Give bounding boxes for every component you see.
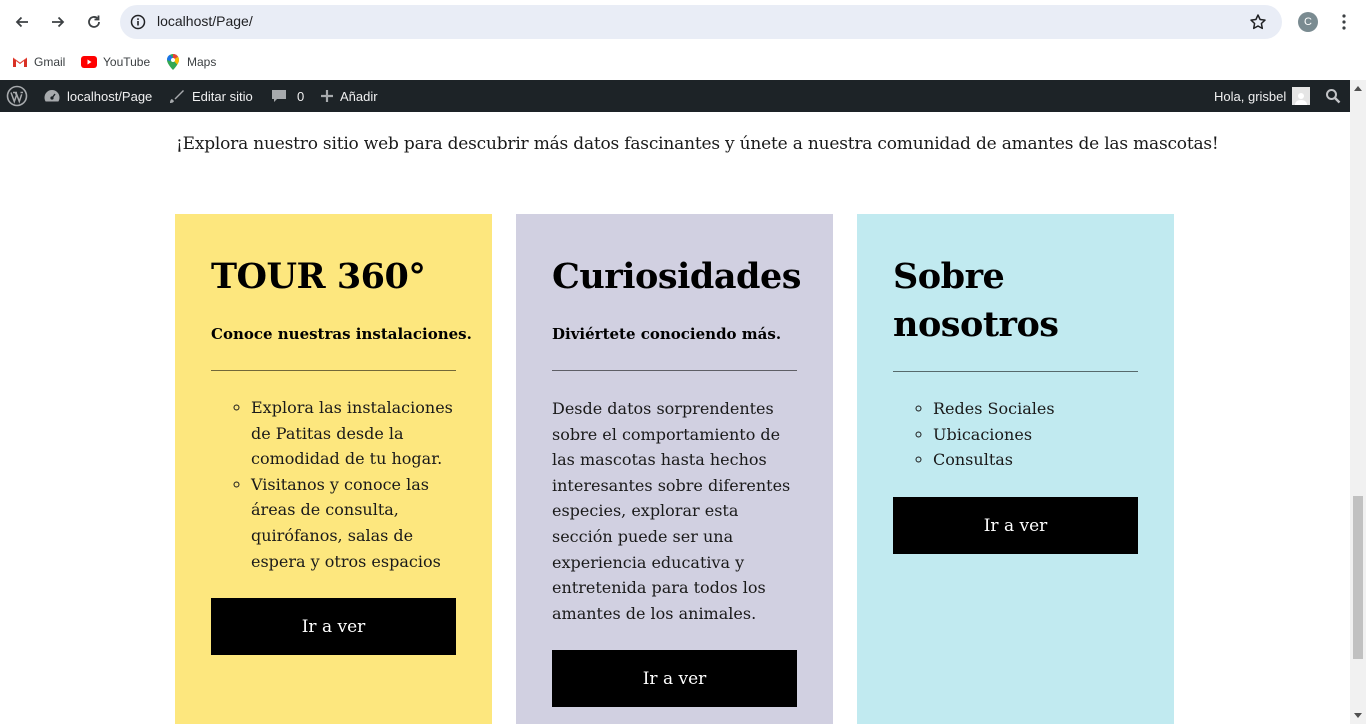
scroll-thumb[interactable] [1353,496,1363,659]
site-name-link[interactable]: localhost/Page [43,80,152,112]
card-subtitle: Diviértete conociendo más. [552,325,782,343]
maps-icon [165,54,181,70]
scroll-down-icon[interactable] [1354,713,1362,718]
card-title: Sobre nosotros [893,256,1059,345]
wordpress-logo-button[interactable] [6,80,28,112]
card-curiosidades: Curiosidades Diviértete conociendo más. … [516,214,833,724]
comment-icon [271,88,287,104]
bookmark-gmail[interactable]: Gmail [12,52,65,72]
arrow-left-icon [15,16,28,28]
list-item[interactable]: Ubicaciones [933,422,1143,448]
edit-site-link[interactable]: Editar sitio [168,80,253,112]
scroll-up-icon[interactable] [1354,86,1362,91]
user-avatar-icon [1292,87,1311,105]
card-subtitle: Conoce nuestras instalaciones. [211,325,472,343]
card-sobre-nosotros: Sobre nosotros Redes Sociales Ubicacione… [857,214,1174,724]
add-new-link[interactable]: Añadir [320,80,378,112]
card-list: Redes Sociales Ubicaciones Consultas [911,396,1143,473]
dashboard-icon [43,87,61,105]
plus-icon [320,89,334,103]
wp-admin-bar: localhost/Page Editar sitio 0 Añadir Hol… [0,80,1350,112]
divider [552,370,797,371]
curiosidades-go-button[interactable]: Ir a ver [552,650,797,707]
browser-toolbar: localhost/Page/ C [0,0,1366,44]
youtube-icon [81,54,97,70]
page-scrollbar[interactable] [1350,80,1366,724]
site-name-label: localhost/Page [67,88,153,104]
forward-button[interactable] [45,9,71,35]
divider [211,370,456,371]
bookmark-maps[interactable]: Maps [165,52,216,72]
list-item: Visitanos y conoce las áreas de consulta… [251,472,461,574]
page-content: ¡Explora nuestro sitio web para descubri… [0,112,1350,724]
greeting-label: Hola, grisbel [1214,88,1287,104]
bookmark-label: Maps [187,55,217,69]
intro-text: ¡Explora nuestro sitio web para descubri… [176,134,1219,154]
profile-avatar[interactable]: C [1298,12,1318,32]
my-account-link[interactable]: Hola, grisbel [1214,80,1311,112]
card-title: TOUR 360° [211,256,426,297]
bookmark-label: YouTube [103,55,151,69]
arrow-right-icon [52,16,65,28]
brush-icon [168,87,186,105]
url-text[interactable]: localhost/Page/ [157,13,253,29]
comments-link[interactable]: 0 [271,80,304,112]
edit-site-label: Editar sitio [192,88,253,104]
list-item: Explora las instalaciones de Patitas des… [251,395,461,472]
tour-go-button[interactable]: Ir a ver [211,598,456,655]
reload-icon [88,15,100,28]
bookmark-label: Gmail [34,55,66,69]
comments-count: 0 [297,88,305,104]
card-body: Desde datos sorprendentes sobre el compo… [552,399,791,623]
search-button[interactable] [1325,80,1341,112]
gmail-icon [12,54,28,70]
search-icon [1326,89,1341,104]
reload-button[interactable] [81,9,107,35]
bookmark-star-icon[interactable] [1248,12,1268,32]
card-title: Curiosidades [552,256,801,297]
list-item[interactable]: Redes Sociales [933,396,1143,422]
list-item[interactable]: Consultas [933,447,1143,473]
wordpress-icon [6,85,28,107]
bookmark-youtube[interactable]: YouTube [81,52,150,72]
divider [893,371,1138,372]
back-button[interactable] [9,9,35,35]
add-new-label: Añadir [340,88,378,104]
site-info-icon[interactable] [128,12,148,32]
card-list: Explora las instalaciones de Patitas des… [229,395,461,574]
more-menu-icon[interactable] [1334,11,1354,33]
address-bar[interactable]: localhost/Page/ [120,5,1282,39]
sobre-nosotros-go-button[interactable]: Ir a ver [893,497,1138,554]
card-tour: TOUR 360° Conoce nuestras instalaciones.… [175,214,492,724]
bookmarks-bar: Gmail YouTube Maps [0,44,1366,80]
